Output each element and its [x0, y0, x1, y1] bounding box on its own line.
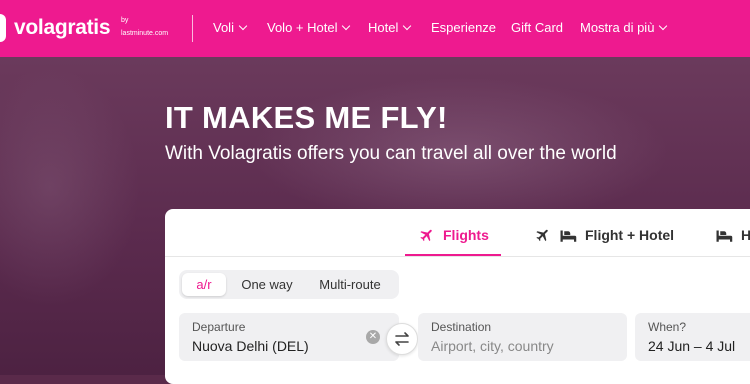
nav-item-esperienze[interactable]: Esperienze — [431, 20, 496, 35]
when-value: 24 Jun – 4 Jul — [648, 338, 736, 354]
nav-divider — [192, 15, 193, 42]
hero-background-shape — [0, 67, 140, 307]
when-date-field[interactable]: When? 24 Jun – 4 Jul — [635, 313, 750, 361]
swap-arrows-icon — [395, 332, 409, 346]
tab-label: H — [741, 227, 750, 243]
hero-subtitle: With Volagratis offers you can travel al… — [165, 143, 617, 164]
hero-title: IT MAKES ME FLY! — [165, 100, 448, 135]
chevron-down-icon — [342, 21, 351, 30]
chevron-down-icon — [659, 21, 668, 30]
nav-item-label: Hotel — [368, 20, 399, 35]
tabs-divider — [165, 256, 750, 257]
tab-flight-hotel[interactable]: Flight + Hotel — [535, 227, 674, 243]
tab-label: Flight + Hotel — [585, 227, 675, 243]
trip-type-round-trip[interactable]: a/r — [182, 273, 226, 296]
nav-item-gift-card[interactable]: Gift Card — [511, 20, 563, 35]
bed-icon — [560, 230, 577, 242]
destination-placeholder: Airport, city, country — [431, 338, 554, 354]
lastminute-attribution: by lastminute.com — [121, 14, 168, 40]
volagratis-logo[interactable]: volagratis — [0, 9, 111, 47]
logo-text: volagratis — [14, 16, 111, 39]
by-label: by — [121, 17, 129, 24]
search-card: Flights Flight + Hotel H a/r One way Mul… — [165, 209, 750, 384]
nav-item-volo-hotel[interactable]: Volo + Hotel — [267, 20, 351, 35]
active-tab-indicator — [405, 254, 501, 256]
destination-field[interactable]: Destination Airport, city, country — [418, 313, 627, 361]
top-navigation-bar: volagratis by lastminute.com Voli Volo +… — [0, 0, 750, 57]
when-label: When? — [648, 320, 687, 334]
tab-flights[interactable]: Flights — [419, 227, 489, 243]
trip-type-selector: a/r One way Multi-route — [179, 270, 399, 299]
destination-label: Destination — [431, 320, 492, 334]
plane-icon — [420, 229, 432, 242]
nav-item-label: Volo + Hotel — [267, 20, 338, 35]
nav-item-hotel[interactable]: Hotel — [368, 20, 412, 35]
nav-item-label: Gift Card — [511, 20, 564, 35]
trip-type-one-way[interactable]: One way — [234, 273, 300, 296]
nav-item-mostra-di-piu[interactable]: Mostra di più — [580, 20, 668, 35]
bed-icon — [716, 230, 733, 242]
chevron-down-icon — [403, 21, 412, 30]
nav-item-label: Mostra di più — [580, 20, 655, 35]
logo-mark — [0, 14, 6, 42]
tab-hotel[interactable]: H — [715, 227, 750, 243]
departure-label: Departure — [192, 320, 246, 334]
departure-value: Nuova Delhi (DEL) — [192, 338, 309, 354]
nav-item-label: Voli — [213, 20, 234, 35]
clear-icon[interactable]: ✕ — [366, 330, 380, 344]
swap-route-button[interactable] — [386, 323, 418, 355]
nav-item-voli[interactable]: Voli — [213, 20, 248, 35]
plane-icon — [536, 229, 548, 242]
chevron-down-icon — [238, 21, 248, 30]
nav-item-label: Esperienze — [431, 20, 497, 35]
partner-label: lastminute.com — [121, 30, 169, 37]
trip-type-multi-route[interactable]: Multi-route — [306, 273, 394, 296]
departure-field[interactable]: Departure Nuova Delhi (DEL) ✕ — [179, 313, 399, 361]
tab-label: Flights — [443, 227, 489, 243]
